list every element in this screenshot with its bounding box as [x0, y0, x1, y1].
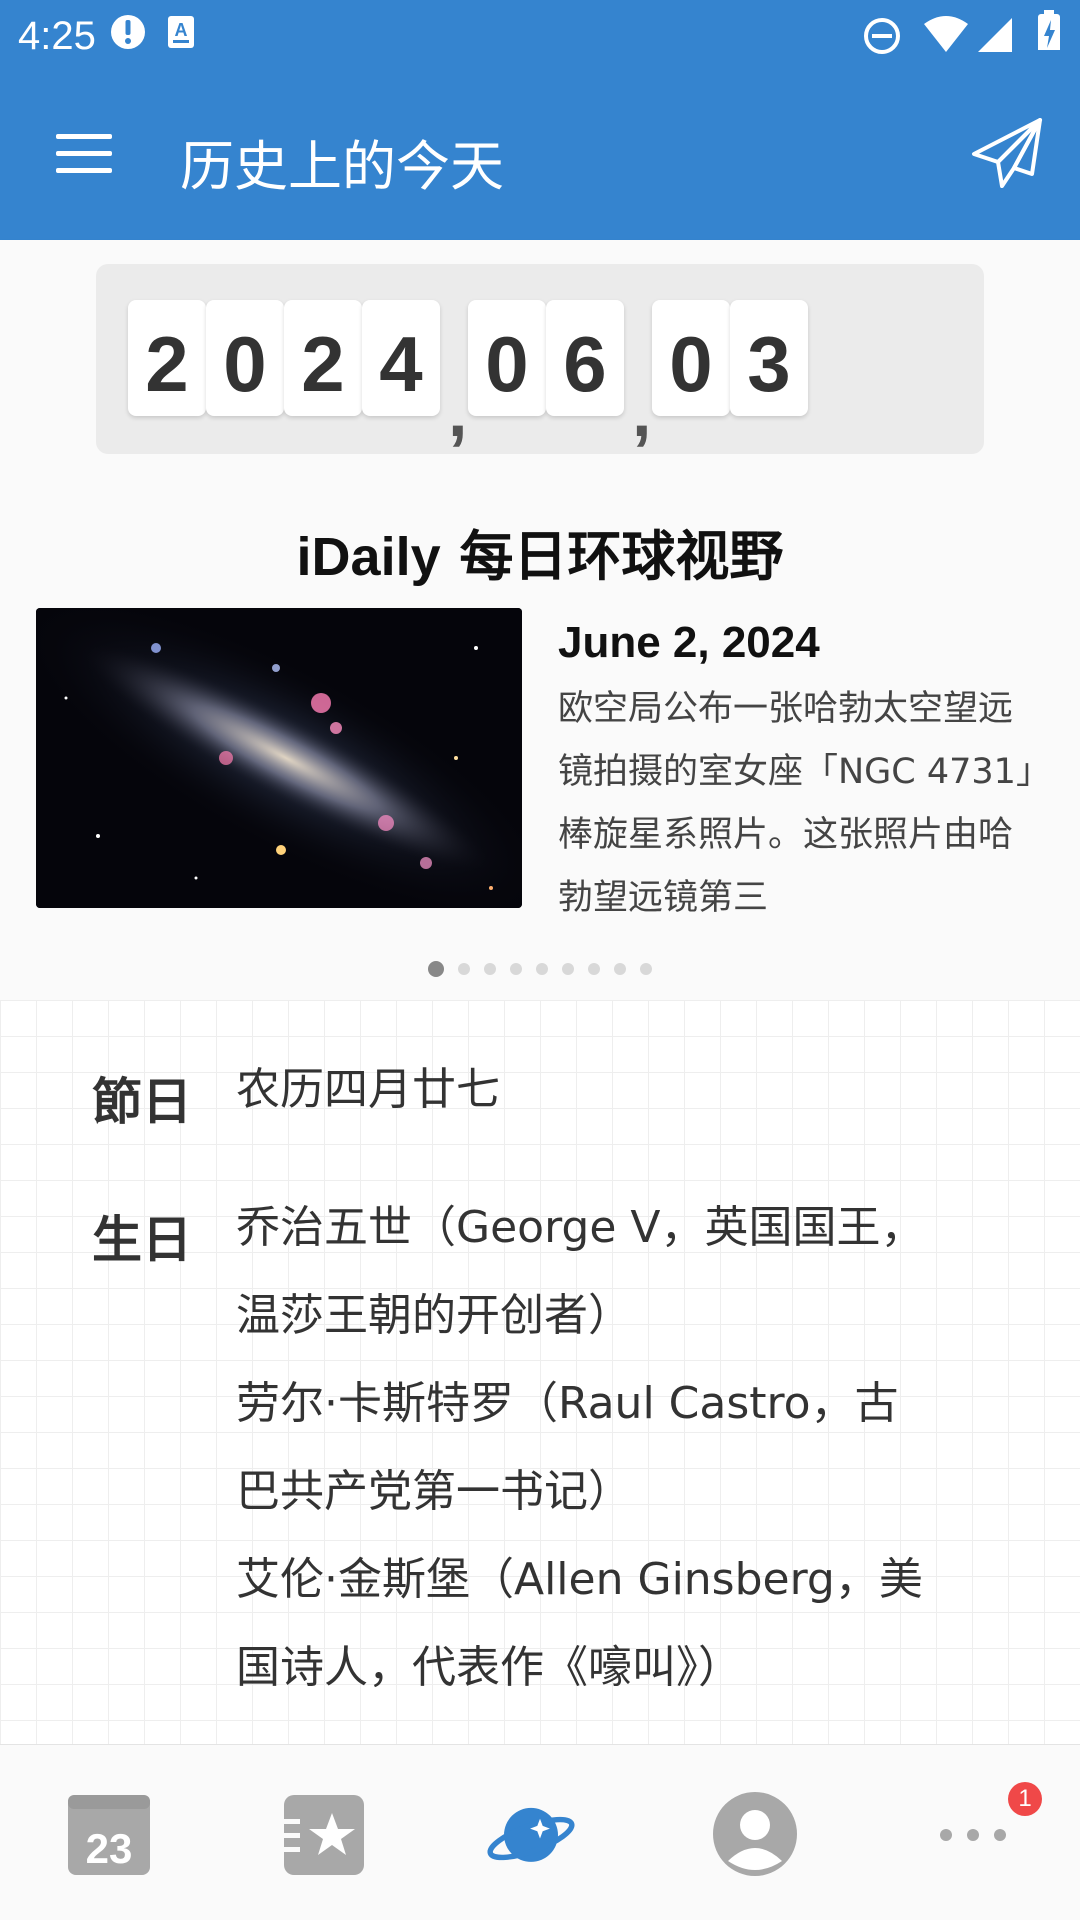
more-icon[interactable] [928, 1789, 1018, 1879]
send-icon[interactable] [968, 114, 1046, 192]
menu-icon-bar [56, 151, 112, 156]
date-digit: 6 [546, 300, 624, 416]
carousel-dot[interactable] [588, 962, 600, 975]
notification-badge: 1 [1008, 1782, 1042, 1816]
carousel-dot[interactable] [510, 962, 522, 975]
birthday-label: 生日 [92, 1211, 192, 1269]
article-date: June 2, 2024 [558, 618, 820, 667]
calendar-day: 23 [86, 1825, 133, 1872]
date-digit: 0 [468, 300, 546, 416]
calendar-icon[interactable]: 23 [64, 1789, 154, 1879]
svg-text:A: A [175, 20, 188, 40]
date-digit: 4 [362, 300, 440, 416]
idaily-title: iDaily 每日环球视野 [0, 512, 1080, 591]
birthday-text: 乔治五世（George V，英国国王， 温莎王朝的开创者） 劳尔·卡斯特罗（Ra… [236, 1184, 1016, 1712]
carousel-dot[interactable] [640, 962, 652, 975]
wifi-icon [924, 16, 968, 52]
idaily-brand: iDaily [296, 527, 441, 587]
birthday-line: 乔治五世（George V，英国国王， [236, 1202, 925, 1253]
status-bar: 4:25 A [0, 0, 1080, 74]
carousel-dot[interactable] [428, 960, 444, 977]
alert-icon [111, 15, 145, 49]
date-digit: 0 [652, 300, 730, 416]
status-time: 4:25 [18, 14, 96, 58]
date-separator: , [632, 373, 652, 451]
carousel-dot[interactable] [536, 962, 548, 975]
galaxy-photo[interactable] [36, 608, 522, 908]
holiday-text: 农历四月廿七 [236, 1046, 1016, 1134]
date-digit: 2 [128, 300, 206, 416]
birthday-line: 劳尔·卡斯特罗（Raul Castro，古 [236, 1378, 899, 1429]
planet-icon[interactable] [486, 1789, 576, 1879]
idaily-subtitle: 每日环球视野 [440, 524, 784, 588]
menu-icon-bar [56, 168, 112, 173]
profile-icon[interactable] [710, 1789, 800, 1879]
date-counter: 2 0 2 4 , 0 6 , 0 3 [96, 264, 984, 454]
date-digit: 0 [206, 300, 284, 416]
menu-icon [56, 134, 112, 139]
carousel-dot[interactable] [562, 962, 574, 975]
date-separator: , [448, 373, 468, 451]
favorites-icon[interactable] [278, 1789, 368, 1879]
birthday-line: 巴共产党第一书记） [236, 1466, 632, 1517]
battery-charging-icon [1038, 10, 1060, 50]
birthday-line: 艾伦·金斯堡（Allen Ginsberg，美 [236, 1554, 923, 1605]
date-digit: 3 [730, 300, 808, 416]
carousel-indicator [0, 958, 1080, 977]
article-summary[interactable]: 欧空局公布一张哈勃太空望远镜拍摄的室女座「NGC 4731」棒旋星系照片。这张照… [558, 678, 1036, 932]
bottom-navigation: 23 [0, 1744, 1080, 1920]
birthday-line: 国诗人，代表作《嚎叫》） [236, 1642, 742, 1693]
birthday-line: 温莎王朝的开创者） [236, 1290, 632, 1341]
menu-button[interactable] [46, 124, 120, 184]
today-card: 2 0 2 4 , 0 6 , 0 3 iDaily 每日环球视野 June 2… [0, 240, 1080, 1000]
events-list: 節日 农历四月廿七 生日 乔治五世（George V，英国国王， 温莎王朝的开创… [0, 1000, 1080, 1744]
date-digit: 2 [284, 300, 362, 416]
keyboard-icon: A [168, 16, 194, 48]
carousel-dot[interactable] [614, 962, 626, 975]
signal-icon [978, 18, 1012, 52]
holiday-line: 农历四月廿七 [236, 1064, 500, 1115]
do-not-disturb-icon [864, 18, 900, 54]
carousel-dot[interactable] [484, 962, 496, 975]
holiday-label: 節日 [92, 1073, 192, 1131]
app-bar: 历史上的今天 [0, 74, 1080, 240]
carousel-dot[interactable] [458, 962, 470, 975]
app-title: 历史上的今天 [180, 135, 504, 198]
